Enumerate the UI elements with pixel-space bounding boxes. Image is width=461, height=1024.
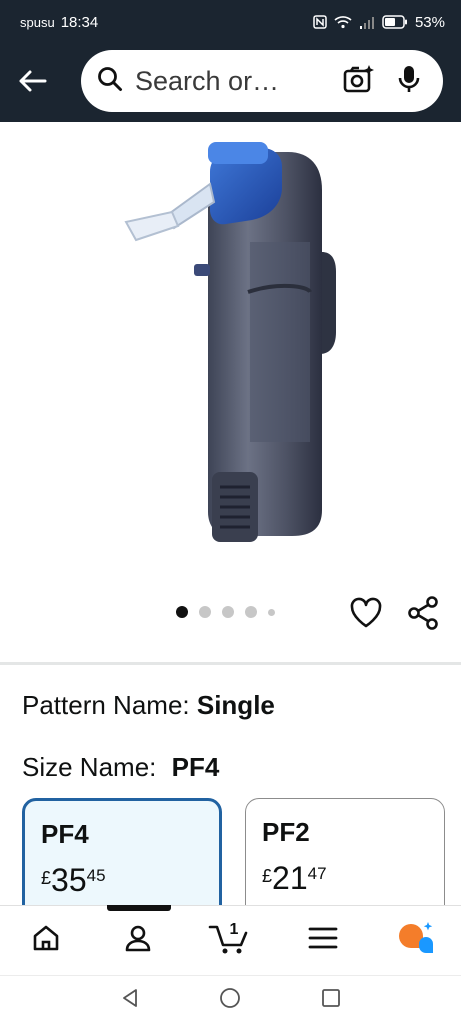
price-currency: £ xyxy=(262,866,273,886)
nav-cart[interactable]: 1 xyxy=(200,911,260,971)
status-bar: spusu 18:34 53% xyxy=(0,0,461,44)
system-home-button[interactable] xyxy=(219,987,241,1014)
cart-count-badge: 1 xyxy=(229,920,239,938)
system-back-button[interactable] xyxy=(120,988,140,1013)
camera-search-button[interactable] xyxy=(339,61,379,101)
price-whole: 35 xyxy=(51,862,87,898)
search-icon xyxy=(97,66,123,97)
bottom-navigation: 1 xyxy=(0,905,461,975)
share-button[interactable] xyxy=(405,595,441,631)
page-dot[interactable] xyxy=(176,606,188,618)
carrier-name: spusu xyxy=(20,14,55,30)
share-icon xyxy=(405,596,441,635)
microphone-icon xyxy=(397,64,421,99)
signal-icon xyxy=(359,16,375,29)
page-dot[interactable] xyxy=(199,606,211,618)
price-currency: £ xyxy=(41,868,52,888)
nfc-icon xyxy=(313,15,327,29)
rufus-assistant-icon xyxy=(395,920,435,961)
camera-sparkle-icon xyxy=(343,64,375,99)
clock: 18:34 xyxy=(60,13,99,31)
pattern-label: Pattern Name: xyxy=(22,690,197,720)
home-icon xyxy=(31,923,61,958)
active-nav-indicator xyxy=(107,905,171,911)
option-price: £ 21 47 xyxy=(262,860,428,897)
product-image-carousel[interactable] xyxy=(0,122,461,662)
price-whole: 21 xyxy=(272,860,308,896)
search-input[interactable]: Search or… xyxy=(135,66,329,97)
product-image xyxy=(124,142,336,542)
page-dot[interactable] xyxy=(245,606,257,618)
size-value: PF4 xyxy=(171,752,220,782)
wishlist-button[interactable] xyxy=(348,595,384,631)
option-price: £ 35 45 xyxy=(41,862,203,899)
page-dot[interactable] xyxy=(268,608,275,616)
nav-rufus[interactable] xyxy=(385,911,445,971)
person-icon xyxy=(123,923,153,958)
system-recents-button[interactable] xyxy=(321,988,341,1013)
size-name-row: Size Name: PF4 xyxy=(22,752,219,783)
hamburger-menu-icon xyxy=(308,926,338,955)
heart-icon xyxy=(348,597,384,635)
system-navigation-bar xyxy=(0,975,461,1024)
nav-menu[interactable] xyxy=(293,911,353,971)
page-dot[interactable] xyxy=(222,606,234,618)
battery-percent: 53% xyxy=(414,13,445,31)
battery-icon xyxy=(382,15,408,29)
wifi-icon xyxy=(334,15,352,29)
section-divider xyxy=(0,662,461,665)
price-fraction: 45 xyxy=(86,866,106,885)
pattern-name-row: Pattern Name: Single xyxy=(22,690,275,721)
pattern-value: Single xyxy=(196,690,275,720)
search-bar[interactable]: Search or… xyxy=(81,50,443,112)
option-name: PF4 xyxy=(41,819,89,849)
option-name: PF2 xyxy=(262,817,310,847)
price-fraction: 47 xyxy=(307,864,327,883)
back-arrow-icon xyxy=(17,69,47,98)
nav-home[interactable] xyxy=(16,911,76,971)
app-header: Search or… xyxy=(0,44,461,122)
nav-account[interactable] xyxy=(108,911,168,971)
back-button[interactable] xyxy=(0,44,64,122)
size-label: Size Name: xyxy=(22,752,164,782)
voice-search-button[interactable] xyxy=(389,61,429,101)
image-pagination xyxy=(176,606,275,618)
